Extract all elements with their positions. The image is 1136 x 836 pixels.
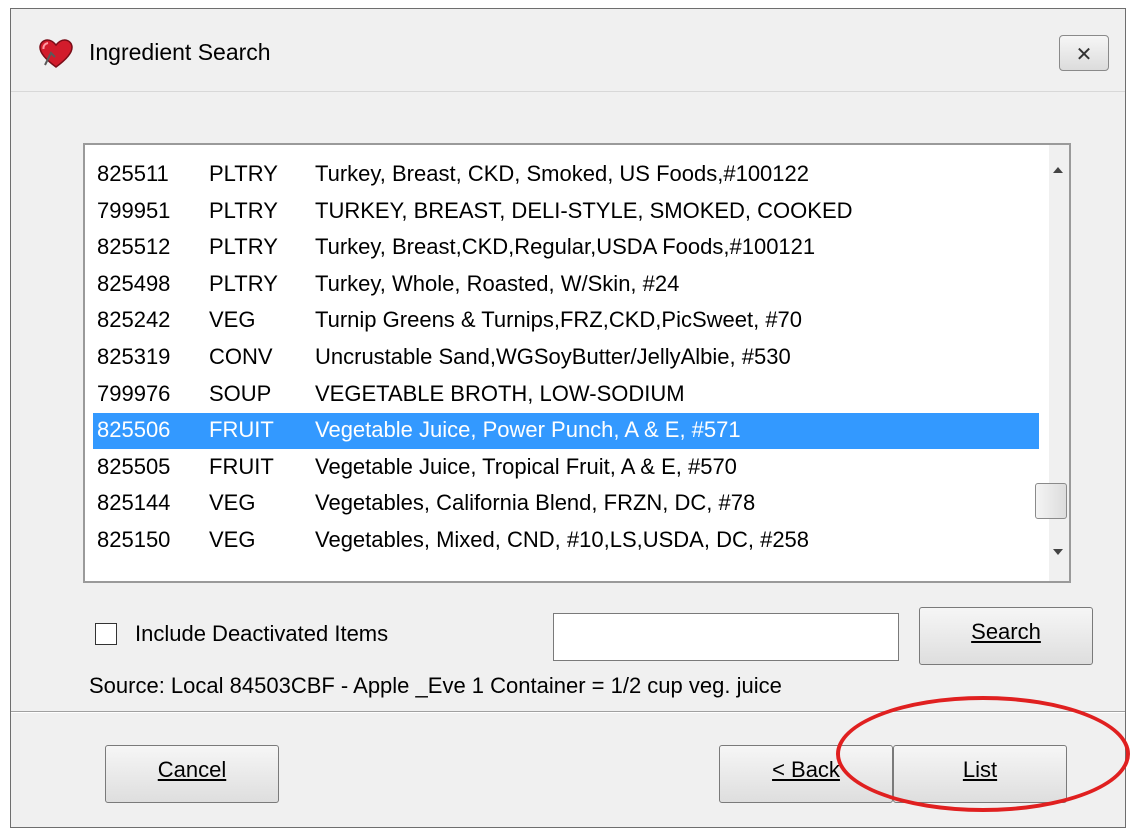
list-item[interactable]: 825511 PLTRY Turkey, Breast, CKD, Smoked, … [93,157,1039,193]
item-code: 825144 [97,490,171,516]
include-deactivated-label[interactable]: Include Deactivated Items [135,621,388,647]
item-category: PLTRY [209,270,278,296]
list-item[interactable]: 825150 VEG Vegetables, Mixed, CND, #10,LS,… [93,523,1039,559]
item-category: SOUP [209,380,272,406]
item-description: Vegetable Juice, Tropical Fruit, A & E, … [315,453,737,479]
scroll-thumb[interactable] [1035,483,1067,519]
close-button[interactable]: ✕ [1059,35,1109,71]
item-category: VEG [209,490,256,516]
item-code: 799976 [97,380,171,406]
back-button[interactable]: < Back [719,745,893,803]
item-description: Turkey, Breast,CKD,Regular,USDA Foods,#1… [315,234,816,260]
include-deactivated-checkbox[interactable] [95,623,117,645]
list-button[interactable]: List [893,745,1067,803]
item-description: Vegetable Juice, Power Punch, A & E, #57… [315,417,741,443]
close-icon[interactable]: ✕ [1060,42,1108,67]
cancel-button[interactable]: Cancel [105,745,279,803]
list-item[interactable]: 799976 SOUP VEGETABLE BROTH, LOW-SODIUM [93,377,1039,413]
window-title: Ingredient Search [89,39,271,65]
item-category: FRUIT [209,453,274,479]
list-item[interactable]: 799951 PLTRY TURKEY, BREAST, DELI-STYLE, S… [93,194,1039,230]
list-item[interactable]: 825242 VEG Turnip Greens & Turnips,FRZ,CKD… [93,303,1039,339]
item-description: Uncrustable Sand,WGSoyButter/JellyAlbie,… [315,344,791,369]
item-code: 825512 [97,234,171,260]
item-code: 825506 [97,417,171,443]
scroll-up-arrow-icon[interactable] [1053,167,1063,173]
vertical-scrollbar[interactable] [1035,145,1069,581]
ingredient-list-rows: 825511 PLTRY Turkey, Breast, CKD, Smoked, … [85,145,1051,581]
item-category: FRUIT [209,417,274,443]
list-item[interactable]: 825512 PLTRY Turkey, Breast,CKD,Regular,US… [93,230,1039,266]
list-item[interactable]: 825144 VEG Vegetables, California Blend, F… [93,486,1039,522]
item-description: Turkey, Whole, Roasted, W/Skin, #24 [315,270,680,296]
item-description: Vegetables, Mixed, CND, #10,LS,USDA, DC,… [315,527,810,552]
heart-icon [39,39,73,68]
item-description: Turkey, Breast, CKD, Smoked, US Foods,#1… [315,161,810,186]
button-divider [11,711,1125,713]
item-category: VEG [209,527,256,552]
item-category: PLTRY [209,197,278,223]
item-code: 825511 [97,161,169,186]
back-button-label[interactable]: < Back [720,757,892,783]
item-category: CONV [209,344,273,369]
list-item[interactable]: 825498 PLTRY Turkey, Whole, Roasted, W/Ski… [93,267,1039,303]
search-button-label[interactable]: Search [920,619,1092,645]
search-input[interactable] [553,613,899,661]
item-code: 825150 [97,527,171,552]
item-description: Turnip Greens & Turnips,FRZ,CKD,PicSweet… [315,307,803,333]
item-description: VEGETABLE BROTH, LOW-SODIUM [315,380,685,406]
item-description: TURKEY, BREAST, DELI-STYLE, SMOKED, COOK… [315,197,853,223]
item-description: Vegetables, California Blend, FRZN, DC, … [315,490,756,516]
list-item[interactable]: 825319 CONV Uncrustable Sand,WGSoyButter/J… [93,340,1039,376]
item-code: 825242 [97,307,171,333]
item-category: PLTRY [209,161,278,186]
scroll-down-arrow-icon[interactable] [1053,549,1063,555]
ingredient-list[interactable]: 825511 PLTRY Turkey, Breast, CKD, Smoked, … [83,143,1071,583]
item-code: 825319 [97,344,171,369]
title-divider [11,91,1125,92]
item-code: 825498 [97,270,171,296]
list-button-label[interactable]: List [894,757,1066,783]
source-info: Source: Local 84503CBF - Apple _Eve 1 Co… [89,673,782,698]
ingredient-search-dialog: Ingredient Search ✕ 825511 PLTRY Turkey, B… [10,8,1126,828]
list-item[interactable]: 825505 FRUIT Vegetable Juice, Tropical Fru… [93,450,1039,486]
list-item[interactable]: 825506 FRUIT Vegetable Juice, Power Punch,… [93,413,1039,450]
item-category: VEG [209,307,256,333]
title-bar: Ingredient Search ✕ [11,9,1125,91]
item-code: 825505 [97,453,171,479]
item-code: 799951 [97,197,171,223]
item-category: PLTRY [209,234,278,260]
cancel-button-label[interactable]: Cancel [106,757,278,783]
search-button[interactable]: Search [919,607,1093,665]
